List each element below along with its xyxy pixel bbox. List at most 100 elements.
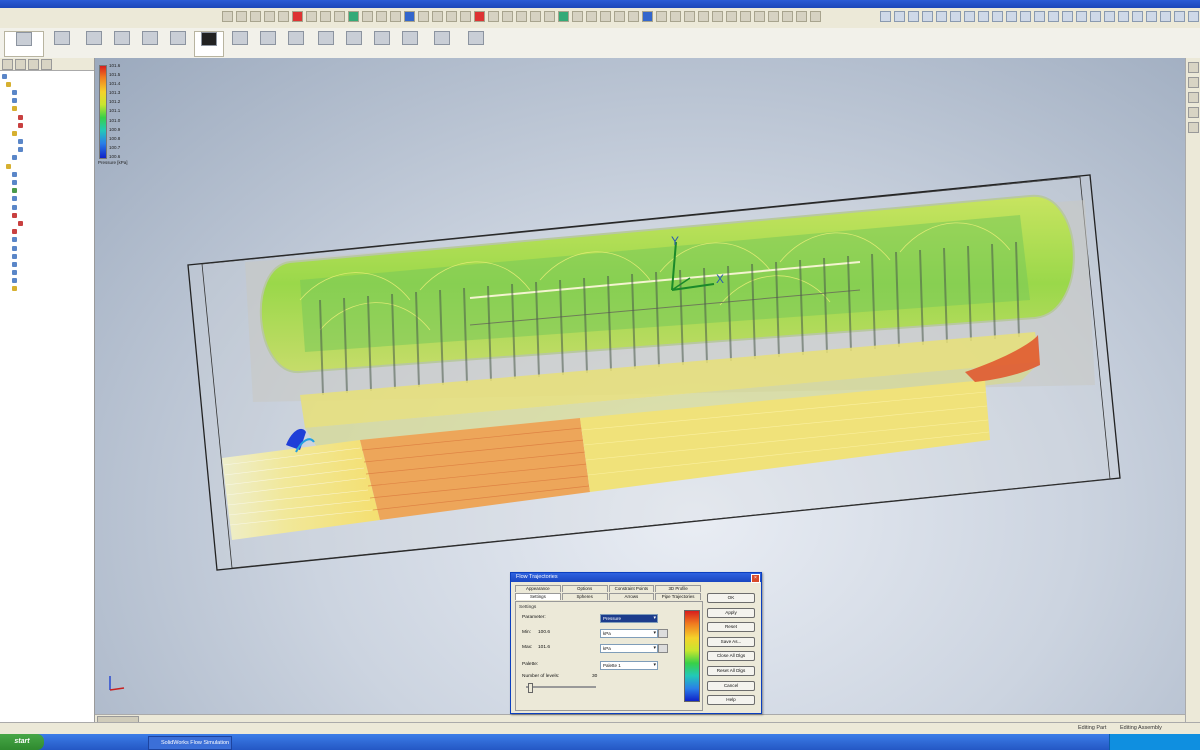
save-as-button[interactable]: Save As... bbox=[707, 636, 755, 647]
tree-item[interactable] bbox=[2, 219, 94, 227]
view-button[interactable] bbox=[1090, 11, 1101, 22]
tree-item[interactable] bbox=[2, 88, 94, 96]
tree-item[interactable] bbox=[2, 203, 94, 211]
pressure-legend[interactable]: 101.6 101.5 101.4 101.3 101.2 101.1 101.… bbox=[96, 63, 150, 167]
taskbar-item[interactable]: SolidWorks Flow Simulation bbox=[148, 736, 232, 750]
toolbar-button[interactable] bbox=[278, 11, 289, 22]
tree-item[interactable] bbox=[2, 97, 94, 105]
flow-analysis-tab[interactable] bbox=[41, 59, 52, 70]
tree-item[interactable] bbox=[2, 277, 94, 285]
task-pane-button[interactable] bbox=[1188, 122, 1199, 133]
toolbar-button[interactable] bbox=[544, 11, 555, 22]
toolbar-button[interactable] bbox=[810, 11, 821, 22]
toolbar-button[interactable] bbox=[740, 11, 751, 22]
toolbar-button[interactable] bbox=[404, 11, 415, 22]
toolbar-button[interactable] bbox=[236, 11, 247, 22]
tree-item[interactable] bbox=[2, 252, 94, 260]
toolbar-button[interactable] bbox=[670, 11, 681, 22]
view-button[interactable] bbox=[908, 11, 919, 22]
help-button[interactable]: Help bbox=[707, 695, 755, 706]
start-button[interactable]: start bbox=[0, 734, 44, 750]
command-button[interactable] bbox=[462, 31, 490, 55]
view-button[interactable] bbox=[1174, 11, 1185, 22]
toolbar-button[interactable] bbox=[474, 11, 485, 22]
configuration-tab[interactable] bbox=[28, 59, 39, 70]
tab-settings[interactable]: Settings bbox=[515, 593, 561, 600]
toolbar-button[interactable] bbox=[726, 11, 737, 22]
palette-select[interactable]: Palette 1 bbox=[600, 661, 658, 670]
view-button[interactable] bbox=[992, 11, 1003, 22]
tree-item[interactable] bbox=[2, 146, 94, 154]
parameter-select[interactable]: Pressure bbox=[600, 614, 658, 623]
tree-item[interactable] bbox=[2, 236, 94, 244]
task-pane-button[interactable] bbox=[1188, 62, 1199, 73]
toolbar-button[interactable] bbox=[334, 11, 345, 22]
view-button[interactable] bbox=[1034, 11, 1045, 22]
ok-button[interactable]: OK bbox=[707, 593, 755, 603]
command-button[interactable] bbox=[312, 31, 340, 55]
toolbar-button[interactable] bbox=[460, 11, 471, 22]
toolbar-button[interactable] bbox=[698, 11, 709, 22]
view-button[interactable] bbox=[894, 11, 905, 22]
toolbar-button[interactable] bbox=[306, 11, 317, 22]
view-button[interactable] bbox=[1104, 11, 1115, 22]
toolbar-button[interactable] bbox=[488, 11, 499, 22]
toolbar-button[interactable] bbox=[768, 11, 779, 22]
tab-pipe-trajectories[interactable]: Pipe Trajectories bbox=[655, 593, 701, 600]
min-unit-select[interactable]: kPa bbox=[600, 629, 658, 638]
toolbar-button[interactable] bbox=[250, 11, 261, 22]
toolbar-button[interactable] bbox=[600, 11, 611, 22]
slider-knob[interactable] bbox=[528, 683, 533, 693]
view-button[interactable] bbox=[1132, 11, 1143, 22]
view-button[interactable] bbox=[1048, 11, 1059, 22]
tree-item[interactable] bbox=[2, 178, 94, 186]
max-pick-button[interactable] bbox=[658, 644, 668, 653]
tree-item[interactable] bbox=[2, 211, 94, 219]
tree-item[interactable] bbox=[2, 170, 94, 178]
tree-item[interactable] bbox=[2, 105, 94, 113]
toolbar-button[interactable] bbox=[292, 11, 303, 22]
toolbar-button[interactable] bbox=[782, 11, 793, 22]
view-button[interactable] bbox=[964, 11, 975, 22]
levels-slider[interactable] bbox=[526, 683, 596, 693]
reset-button[interactable]: Reset bbox=[707, 622, 755, 633]
view-button[interactable] bbox=[950, 11, 961, 22]
tree-item[interactable] bbox=[2, 285, 94, 293]
tab-appearance[interactable]: Appearance bbox=[515, 585, 561, 592]
command-button-active[interactable] bbox=[194, 31, 224, 57]
tab-constraint-points[interactable]: Constraint Points bbox=[608, 585, 655, 592]
toolbar-button[interactable] bbox=[348, 11, 359, 22]
command-button[interactable] bbox=[368, 31, 396, 55]
command-button[interactable] bbox=[396, 31, 424, 55]
view-button[interactable] bbox=[936, 11, 947, 22]
feature-manager-tab[interactable] bbox=[2, 59, 13, 70]
tab-options[interactable]: Options bbox=[561, 585, 608, 592]
close-icon[interactable]: × bbox=[751, 574, 760, 583]
tab-3d-profile[interactable]: 3D Profile bbox=[655, 585, 701, 592]
toolbar-button[interactable] bbox=[684, 11, 695, 22]
command-button-main[interactable] bbox=[4, 31, 44, 57]
tab-arrows[interactable]: Arrows bbox=[608, 593, 655, 600]
view-button[interactable] bbox=[1076, 11, 1087, 22]
task-pane-button[interactable] bbox=[1188, 107, 1199, 118]
toolbar-button[interactable] bbox=[320, 11, 331, 22]
tree-item[interactable] bbox=[2, 187, 94, 195]
toolbar-button[interactable] bbox=[376, 11, 387, 22]
command-button[interactable] bbox=[282, 31, 310, 55]
task-pane-button[interactable] bbox=[1188, 77, 1199, 88]
command-button[interactable] bbox=[108, 31, 136, 55]
toolbar-button[interactable] bbox=[642, 11, 653, 22]
tab-spheres[interactable]: Spheres bbox=[561, 593, 608, 600]
toolbar-button[interactable] bbox=[446, 11, 457, 22]
tree-item[interactable] bbox=[2, 129, 94, 137]
toolbar-button[interactable] bbox=[362, 11, 373, 22]
toolbar-button[interactable] bbox=[614, 11, 625, 22]
view-button[interactable] bbox=[1006, 11, 1017, 22]
tree-item[interactable] bbox=[2, 260, 94, 268]
toolbar-button[interactable] bbox=[502, 11, 513, 22]
toolbar-button[interactable] bbox=[712, 11, 723, 22]
view-button[interactable] bbox=[880, 11, 891, 22]
toolbar-button[interactable] bbox=[754, 11, 765, 22]
toolbar-button[interactable] bbox=[572, 11, 583, 22]
task-pane-button[interactable] bbox=[1188, 92, 1199, 103]
